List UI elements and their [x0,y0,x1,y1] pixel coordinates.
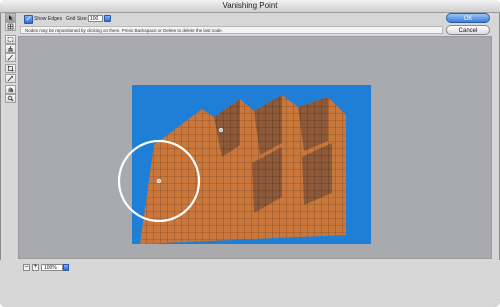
create-plane-tool[interactable] [5,22,16,31]
arrow-cursor-icon [9,15,13,21]
zoom-dropdown-arrow[interactable] [63,264,69,271]
marquee-icon [7,37,14,42]
hint-text: Nodes may be repositioned by clicking on… [25,28,223,33]
brush-icon [7,54,13,61]
status-bar: – + 100% [0,260,500,307]
options-bar: ✓ Show Edges Grid Size: 100 [20,13,440,25]
window-title: Vanishing Point [222,1,278,10]
grid-plane-icon [7,23,14,30]
grid-size-input[interactable]: 100 [88,15,103,22]
tool-palette [5,13,17,105]
brush-tool[interactable] [5,53,16,62]
hint-bar: Nodes may be repositioned by clicking on… [20,26,443,34]
zoom-tool[interactable] [5,94,16,103]
zoom-in-button[interactable]: + [32,264,39,271]
node-point[interactable] [219,127,224,132]
show-edges-checkbox[interactable]: ✓ [24,15,33,24]
transform-icon [7,65,14,72]
zoom-out-button[interactable]: – [23,264,30,271]
vanishing-point-window: Vanishing Point ✓ Show Edges Grid Size: … [0,0,500,307]
hand-tool[interactable] [5,85,16,94]
zoom-level-field[interactable]: 100% [41,264,63,271]
cancel-button[interactable]: Cancel [446,25,490,35]
title-bar: Vanishing Point [0,0,500,13]
magnifier-icon [7,95,14,102]
eyedropper-tool[interactable] [5,74,16,83]
transform-tool[interactable] [5,64,16,73]
hand-icon [8,87,13,92]
marquee-tool[interactable] [5,35,16,44]
node-point[interactable] [156,179,161,184]
stamp-icon [8,46,13,52]
eyedropper-icon [7,75,14,82]
grid-size-label: Grid Size: [66,16,88,22]
edit-plane-tool[interactable] [5,13,16,22]
ok-button[interactable]: OK [446,13,490,23]
building-photo[interactable] [117,85,371,244]
grid-size-dropdown-arrow[interactable] [104,15,111,22]
stamp-tool[interactable] [5,44,16,53]
show-edges-label: Show Edges [34,16,63,22]
